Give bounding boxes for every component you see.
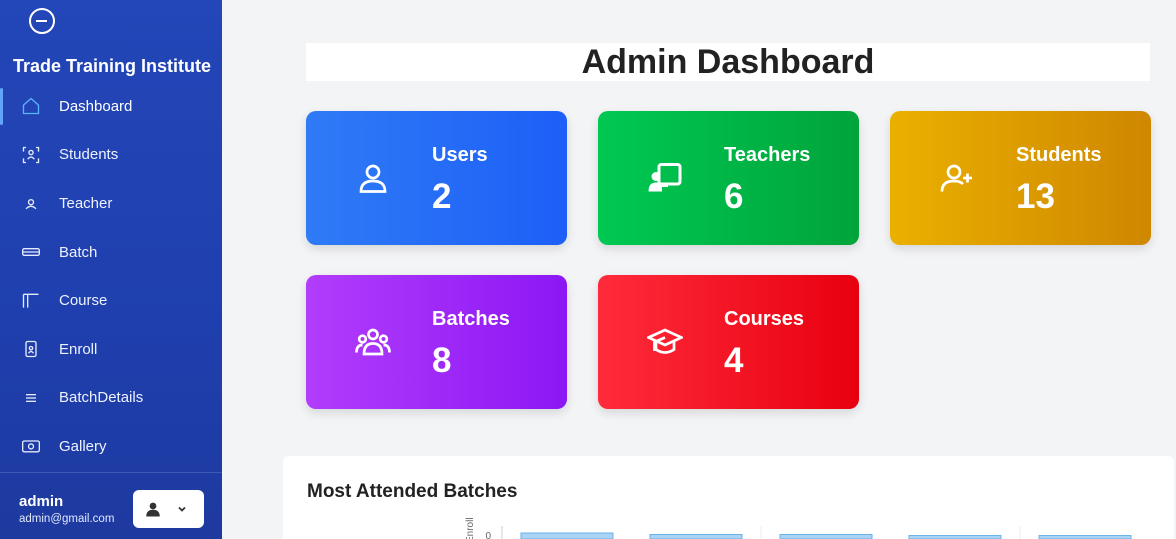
- stat-card-teachers[interactable]: Teachers 6: [598, 111, 859, 245]
- stat-card-label: Courses: [724, 308, 805, 330]
- sidebar-item-gallery[interactable]: Gallery: [0, 422, 222, 471]
- bar-chart: Enroll 0: [465, 518, 1132, 539]
- stat-card-value: 4: [724, 341, 744, 380]
- brand-title: Trade Training Institute: [13, 56, 212, 76]
- avatar-icon: [142, 498, 164, 520]
- chart-bar: [649, 534, 743, 539]
- stat-card-value: 8: [432, 341, 452, 380]
- sidebar-item-label: Dashboard: [59, 97, 133, 115]
- graduation-cap-icon: [646, 323, 684, 361]
- home-icon: [20, 95, 42, 117]
- stat-card-label: Batches: [432, 308, 510, 330]
- sidebar-item-batchdetails[interactable]: BatchDetails: [0, 374, 222, 423]
- sidebar-item-label: Students: [59, 146, 119, 164]
- sidebar-item-label: Teacher: [59, 194, 113, 212]
- stat-card-value: 2: [432, 177, 452, 216]
- user-email: admin@gmail.com: [19, 513, 115, 525]
- group-icon: [354, 323, 392, 361]
- stat-card-label: Students: [1016, 144, 1102, 166]
- sidebar-item-students[interactable]: Students: [0, 131, 222, 180]
- stat-card-batches[interactable]: Batches 8: [306, 275, 567, 409]
- sidebar-item-course[interactable]: Course: [0, 276, 222, 325]
- card-icon: [20, 241, 42, 263]
- chart-ylabel: Enroll: [465, 518, 476, 539]
- sidebar-item-batch[interactable]: Batch: [0, 228, 222, 277]
- chart-title: Most Attended Batches: [307, 481, 518, 502]
- list-icon: [20, 387, 42, 409]
- sidebar: Trade Training Institute Dashboard Stude…: [0, 0, 222, 539]
- page-header: Admin Dashboard: [306, 43, 1150, 81]
- sidebar-item-enroll[interactable]: Enroll: [0, 325, 222, 374]
- sidebar-item-label: Batch: [59, 243, 98, 261]
- user-plus-icon: [938, 159, 976, 197]
- camera-icon: [20, 435, 42, 457]
- user-icon: [354, 159, 392, 197]
- sidebar-item-label: Gallery: [59, 437, 107, 455]
- page-title: Admin Dashboard: [581, 42, 875, 81]
- layout-icon: [20, 290, 42, 312]
- stat-card-value: 13: [1016, 177, 1055, 216]
- user-menu-button[interactable]: [133, 490, 204, 528]
- stat-card-students[interactable]: Students 13: [890, 111, 1151, 245]
- users-bracket-icon: [20, 144, 42, 166]
- id-badge-icon: [20, 338, 42, 360]
- stat-card-label: Teachers: [724, 144, 811, 166]
- chalkboard-teacher-icon: [646, 159, 684, 197]
- chart-bar: [1038, 535, 1132, 539]
- chart-panel: Most Attended Batches Enroll 0: [283, 456, 1174, 539]
- collapse-sidebar-icon[interactable]: [29, 8, 55, 34]
- stat-card-value: 6: [724, 177, 744, 216]
- chevron-down-icon: [176, 503, 188, 515]
- chart-bar: [779, 534, 873, 539]
- y-tick-label: 0: [485, 531, 491, 539]
- sidebar-item-label: Course: [59, 292, 108, 310]
- sidebar-item-label: Enroll: [59, 340, 98, 358]
- sidebar-footer: admin admin@gmail.com: [0, 472, 222, 539]
- sidebar-item-teacher[interactable]: Teacher: [0, 179, 222, 228]
- sidebar-item-dashboard[interactable]: Dashboard: [0, 82, 222, 131]
- sidebar-nav: Dashboard Students Teacher Batch Course: [0, 82, 222, 471]
- sidebar-item-label: BatchDetails: [59, 389, 144, 407]
- stat-card-courses[interactable]: Courses 4: [598, 275, 859, 409]
- user-name: admin: [19, 493, 64, 510]
- chart-bar: [520, 532, 614, 539]
- person-icon: [20, 192, 42, 214]
- chart-bar: [908, 535, 1002, 539]
- stat-card-users[interactable]: Users 2: [306, 111, 567, 245]
- stat-card-label: Users: [432, 144, 488, 166]
